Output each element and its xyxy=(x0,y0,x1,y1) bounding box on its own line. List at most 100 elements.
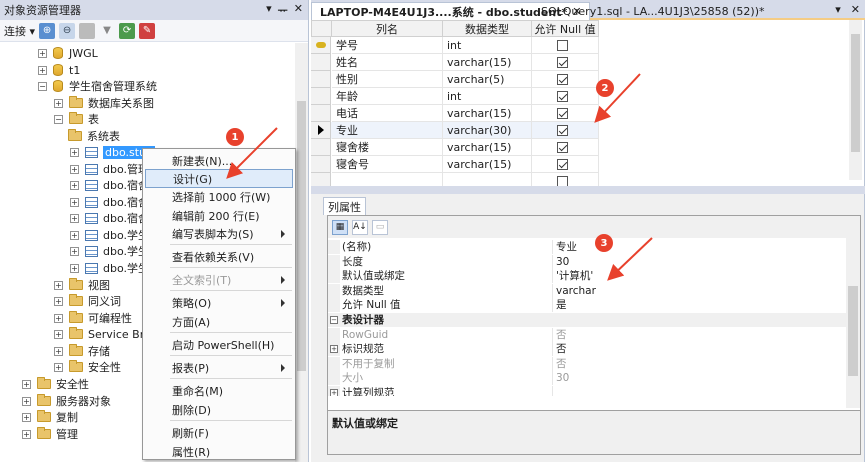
tree-node[interactable]: − 学生宿舍管理系统 xyxy=(38,78,157,94)
data-type-cell[interactable]: int xyxy=(443,88,532,105)
tree-node[interactable]: + dbo.宿舍 xyxy=(70,177,149,193)
categorized-icon[interactable]: ▦ xyxy=(332,219,348,235)
tree-node[interactable]: + t1 xyxy=(38,62,80,78)
row-selector[interactable] xyxy=(311,88,331,105)
property-value[interactable]: '计算机' xyxy=(556,269,593,283)
property-value[interactable]: 否 xyxy=(556,328,567,342)
expand-icon[interactable]: + xyxy=(22,412,31,422)
expand-icon[interactable]: + xyxy=(22,396,31,406)
data-type-cell[interactable]: varchar(30) xyxy=(443,122,532,139)
data-type-cell[interactable]: int xyxy=(443,37,532,54)
close-icon[interactable]: ✕ xyxy=(294,2,303,18)
menu-item[interactable]: 删除(D) xyxy=(145,400,293,419)
allow-null-checkbox[interactable] xyxy=(557,56,568,68)
close-window-icon[interactable]: ✕ xyxy=(851,3,860,16)
tree-node[interactable]: + 视图 xyxy=(54,277,110,293)
expand-icon[interactable]: + xyxy=(330,389,338,396)
menu-item[interactable]: 新建表(N)... xyxy=(145,151,293,170)
tree-node[interactable]: + 服务器对象 xyxy=(22,393,111,409)
property-row[interactable]: 默认值或绑定 '计算机' xyxy=(328,269,848,284)
expand-icon[interactable]: + xyxy=(330,345,338,354)
allow-null-checkbox[interactable] xyxy=(557,90,568,102)
column-name-cell[interactable]: 专业 xyxy=(332,122,443,139)
property-row[interactable]: 数据类型 varchar xyxy=(328,283,848,298)
row-selector[interactable] xyxy=(311,71,331,88)
menu-item[interactable]: 报表(P) xyxy=(145,358,293,377)
row-selector[interactable] xyxy=(311,156,331,173)
property-row[interactable]: 允许 Null 值 是 xyxy=(328,298,848,313)
refresh-icon[interactable]: ⟳ xyxy=(119,22,136,39)
menu-item[interactable]: 查看依赖关系(V) xyxy=(145,247,293,266)
data-type-cell[interactable]: varchar(5) xyxy=(443,71,532,88)
data-type-cell[interactable]: varchar(15) xyxy=(443,105,532,122)
row-selector[interactable] xyxy=(311,122,331,139)
expand-icon[interactable]: + xyxy=(22,429,31,439)
property-row[interactable]: + 计算列规范 xyxy=(328,386,848,396)
sort-alphabetical-icon[interactable]: A↓ xyxy=(352,219,368,235)
tree-node[interactable]: + JWGL xyxy=(38,45,98,61)
collapse-icon[interactable]: − xyxy=(54,114,63,124)
row-selector[interactable] xyxy=(311,54,331,71)
stop-icon[interactable] xyxy=(79,22,96,39)
row-selector[interactable] xyxy=(311,105,331,122)
table-row[interactable]: 电话 varchar(15) xyxy=(311,105,599,122)
row-selector[interactable] xyxy=(311,139,331,156)
expand-icon[interactable]: + xyxy=(70,147,79,157)
property-value[interactable]: 是 xyxy=(556,298,567,312)
menu-item[interactable]: 启动 PowerShell(H) xyxy=(145,335,293,354)
menu-item[interactable]: 方面(A) xyxy=(145,312,293,331)
expand-icon[interactable]: + xyxy=(54,346,63,356)
menu-item[interactable]: 刷新(F) xyxy=(145,423,293,442)
allow-null-checkbox[interactable] xyxy=(557,39,568,51)
table-row[interactable]: 性别 varchar(5) xyxy=(311,71,599,88)
expand-icon[interactable]: + xyxy=(54,98,63,108)
expand-icon[interactable]: + xyxy=(54,313,63,323)
expand-icon[interactable]: + xyxy=(38,65,47,75)
collapse-icon[interactable]: − xyxy=(38,81,47,91)
property-value[interactable]: 否 xyxy=(556,357,567,371)
expand-icon[interactable]: + xyxy=(70,213,79,223)
column-name-cell[interactable]: 学号 xyxy=(332,37,443,54)
property-value[interactable]: 专业 xyxy=(556,240,577,254)
table-row[interactable]: 寝舍楼 varchar(15) xyxy=(311,139,599,156)
allow-null-checkbox[interactable] xyxy=(557,73,568,85)
designer-scrollbar[interactable] xyxy=(849,20,862,180)
menu-item[interactable]: 编写表脚本为(S) xyxy=(145,224,293,243)
tree-node[interactable]: + 可编程性 xyxy=(54,310,132,326)
property-category[interactable]: − 表设计器 xyxy=(328,313,848,327)
tree-node[interactable]: + 数据库关系图 xyxy=(54,95,154,111)
table-row[interactable]: 寝舍号 varchar(15) xyxy=(311,156,599,173)
tree-node[interactable]: 系统表 xyxy=(68,128,120,144)
property-grid-scrollbar[interactable] xyxy=(846,238,860,408)
tab-column-properties[interactable]: 列属性 xyxy=(323,197,366,215)
property-row[interactable]: 不用于复制 否 xyxy=(328,356,848,371)
allow-null-checkbox[interactable] xyxy=(557,175,568,187)
column-name-cell[interactable]: 寝舍号 xyxy=(332,156,443,173)
expand-icon[interactable]: + xyxy=(70,180,79,190)
tree-node[interactable]: + 复制 xyxy=(22,409,78,425)
row-selector[interactable] xyxy=(311,37,331,54)
object-explorer-scrollbar[interactable] xyxy=(295,43,308,462)
expand-icon[interactable]: + xyxy=(22,379,31,389)
tree-node[interactable]: − 表 xyxy=(54,111,99,127)
property-value[interactable]: 30 xyxy=(556,255,569,269)
menu-item[interactable]: 编辑前 200 行(E) xyxy=(145,206,293,225)
tree-node[interactable]: + dbo.宿舍 xyxy=(70,210,149,226)
tree-node[interactable]: + dbo.学生 xyxy=(70,243,149,259)
menu-item[interactable]: 策略(O) xyxy=(145,293,293,312)
data-type-cell[interactable]: varchar(15) xyxy=(443,54,532,71)
menu-item[interactable]: 设计(G) xyxy=(145,169,293,188)
connect-db-icon[interactable]: ⊕ xyxy=(39,22,56,39)
property-value[interactable]: varchar xyxy=(556,284,596,298)
expand-icon[interactable]: + xyxy=(54,329,63,339)
property-pages-icon[interactable]: ▭ xyxy=(372,219,388,235)
tree-node[interactable]: + 安全性 xyxy=(54,359,121,375)
property-row[interactable]: 大小 30 xyxy=(328,371,848,386)
allow-null-checkbox[interactable] xyxy=(557,158,568,170)
menu-item[interactable]: 选择前 1000 行(W) xyxy=(145,187,293,206)
table-row[interactable]: 姓名 varchar(15) xyxy=(311,54,599,71)
property-row[interactable]: 长度 30 xyxy=(328,254,848,269)
collapse-icon[interactable]: − xyxy=(330,316,338,324)
expand-icon[interactable]: + xyxy=(70,230,79,240)
tree-node[interactable]: + 管理 xyxy=(22,426,78,442)
